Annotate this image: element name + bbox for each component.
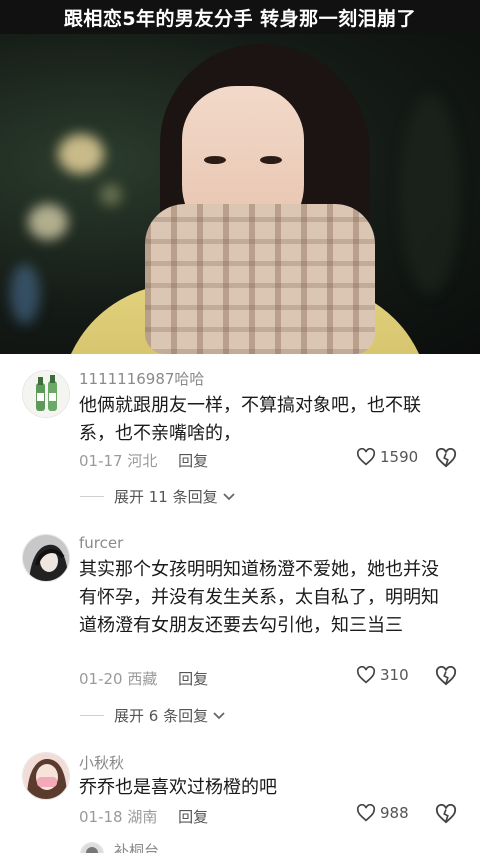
comment-text: 他俩就跟朋友一样，不算搞对象吧，也不联系，也不亲嘴啥的，: [79, 395, 421, 444]
heart-outline-icon: [356, 666, 376, 684]
comment-username[interactable]: 小秋秋: [79, 752, 124, 773]
dislike-button[interactable]: [435, 665, 457, 690]
like-button[interactable]: 1590: [356, 448, 418, 466]
avatar[interactable]: [22, 752, 70, 800]
video-title: 跟相恋5年的男友分手 转身那一刻泪崩了: [63, 7, 417, 30]
comment-location: 西藏: [127, 670, 158, 688]
like-button[interactable]: 988: [356, 804, 409, 822]
reply-button[interactable]: 回复: [178, 808, 208, 826]
comment-item: furcer 其实那个女孩明明知道杨澄不爱她，她也并没有怀孕，并没有发生关系，太…: [0, 522, 480, 732]
comment-date: 01-17: [79, 452, 123, 470]
reply-button[interactable]: 回复: [178, 452, 208, 470]
like-button[interactable]: 310: [356, 666, 409, 684]
like-count: 1590: [380, 448, 419, 466]
reply-button[interactable]: 回复: [178, 670, 208, 688]
comment-username[interactable]: 补桐台: [114, 840, 159, 853]
broken-heart-icon: [435, 665, 457, 686]
expand-replies-button[interactable]: 展开 6 条回复: [80, 705, 226, 726]
dislike-button[interactable]: [435, 803, 457, 828]
dislike-button[interactable]: [435, 447, 457, 472]
expand-replies-label: 展开 11 条回复: [114, 488, 218, 506]
chevron-down-icon: [222, 492, 235, 500]
comment-meta: 01-20 西藏 回复: [79, 668, 208, 689]
comment-item: 补桐台: [0, 836, 480, 853]
video-still-image[interactable]: [0, 34, 480, 354]
avatar[interactable]: [22, 370, 70, 418]
comment-item: 1111116987哈哈 他俩就跟朋友一样，不算搞对象吧，也不联系，也不亲嘴啥的…: [0, 354, 480, 519]
broken-heart-icon: [435, 803, 457, 824]
comment-meta: 01-17 河北 回复: [79, 450, 208, 471]
like-count: 988: [380, 804, 409, 822]
broken-heart-icon: [435, 447, 457, 468]
comment-location: 河北: [127, 452, 158, 470]
comment-date: 01-18: [79, 808, 123, 826]
comment-text: 乔乔也是喜欢过杨橙的吧: [79, 777, 277, 798]
expand-replies-button[interactable]: 展开 11 条回复: [80, 486, 236, 507]
avatar[interactable]: [22, 534, 70, 582]
comment-date: 01-20: [79, 670, 123, 688]
comment-location: 湖南: [127, 808, 158, 826]
heart-outline-icon: [356, 448, 376, 466]
like-count: 310: [380, 666, 409, 684]
expand-replies-label: 展开 6 条回复: [114, 707, 209, 725]
video-title-banner: 跟相恋5年的男友分手 转身那一刻泪崩了: [0, 0, 480, 34]
comment-item: 小秋秋 乔乔也是喜欢过杨橙的吧 01-18 湖南 回复 988: [0, 740, 480, 835]
heart-outline-icon: [356, 804, 376, 822]
comment-text: 其实那个女孩明明知道杨澄不爱她，她也并没有怀孕，并没有发生关系，太自私了，明明知…: [79, 559, 439, 636]
comment-username[interactable]: 1111116987哈哈: [79, 368, 204, 389]
avatar[interactable]: [80, 842, 104, 853]
comment-username[interactable]: furcer: [79, 534, 123, 552]
chevron-down-icon: [213, 711, 225, 719]
comment-meta: 01-18 湖南 回复: [79, 806, 208, 827]
